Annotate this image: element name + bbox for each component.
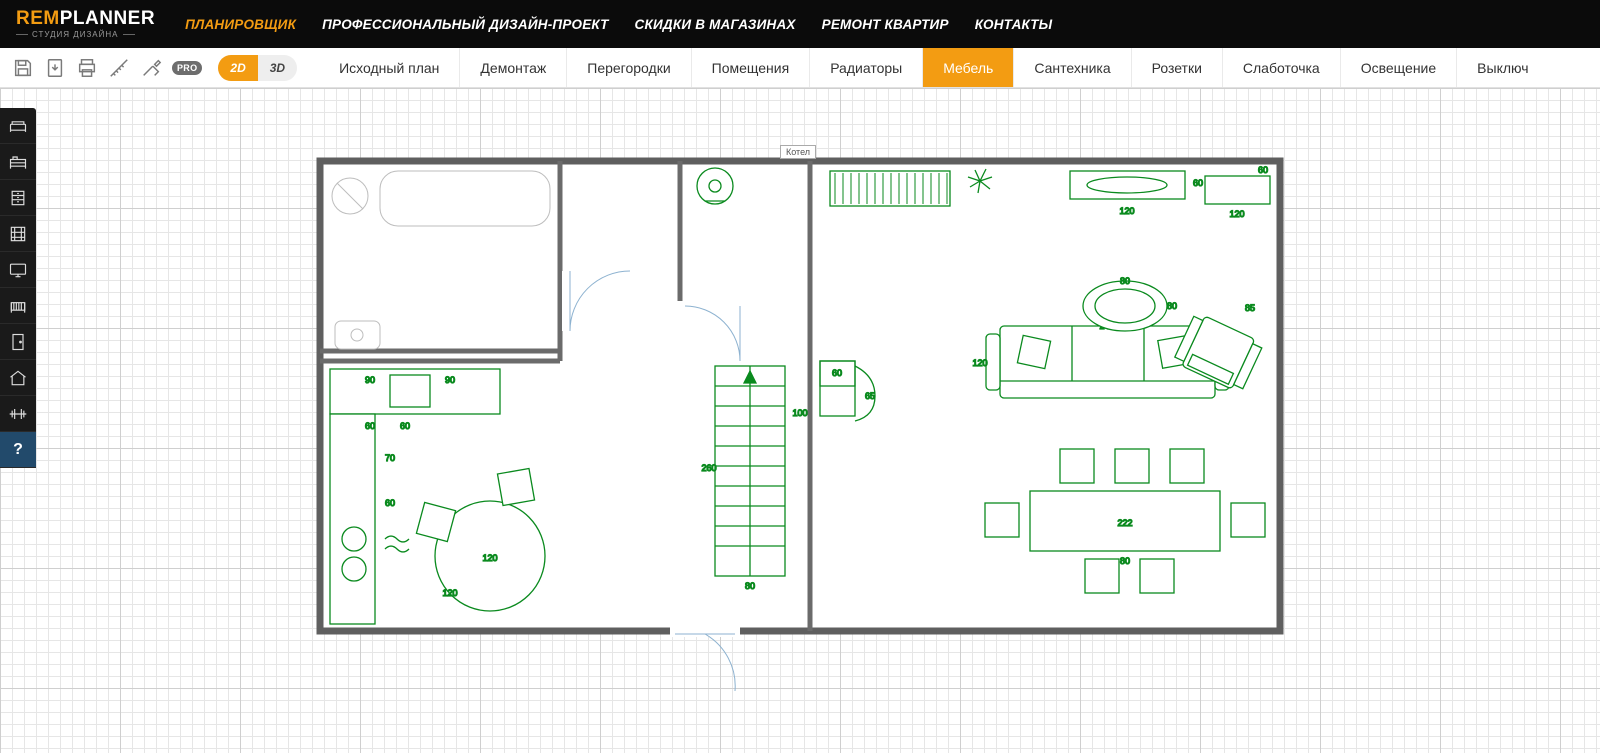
brand-logo[interactable]: REMPLANNER СТУДИЯ ДИЗАЙНА [16,9,155,39]
save-icon[interactable] [12,57,34,79]
pro-badge[interactable]: PRO [172,61,202,75]
cat-sofa[interactable] [0,108,36,144]
brand-name: REMPLANNER [16,9,155,28]
tools-icon[interactable] [140,57,162,79]
tab-sockets[interactable]: Розетки [1131,48,1222,87]
svg-text:100: 100 [792,408,807,418]
cat-door[interactable] [0,324,36,360]
furniture-category-strip: ? [0,108,36,468]
floor-plan[interactable]: Котел .wall{fill:#fff;stroke:#6b6b6b;str… [310,151,1290,691]
tab-switches[interactable]: Выключ [1456,48,1548,87]
nav-pro-design[interactable]: ПРОФЕССИОНАЛЬНЫЙ ДИЗАЙН-ПРОЕКТ [322,17,608,32]
svg-text:120: 120 [442,588,457,598]
svg-text:60: 60 [400,421,410,431]
plan-toolbar: PRO 2D 3D Исходный план Демонтаж Перегор… [0,48,1600,88]
svg-text:60: 60 [365,421,375,431]
tab-partitions[interactable]: Перегородки [566,48,690,87]
svg-text:60: 60 [1193,178,1203,188]
svg-text:222: 222 [1117,518,1132,528]
cat-shelf[interactable] [0,216,36,252]
svg-text:70: 70 [385,453,395,463]
tab-radiators[interactable]: Радиаторы [809,48,922,87]
svg-text:80: 80 [1167,301,1177,311]
primary-nav: ПЛАНИРОВЩИК ПРОФЕССИОНАЛЬНЫЙ ДИЗАЙН-ПРОЕ… [185,17,1052,32]
cat-house[interactable] [0,360,36,396]
svg-text:120: 120 [972,358,987,368]
svg-text:120: 120 [1119,206,1134,216]
cat-bed[interactable] [0,144,36,180]
main-header: REMPLANNER СТУДИЯ ДИЗАЙНА ПЛАНИРОВЩИК ПР… [0,0,1600,48]
tab-lowvolt[interactable]: Слаботочка [1222,48,1340,87]
view-3d[interactable]: 3D [258,55,297,81]
tab-lighting[interactable]: Освещение [1340,48,1456,87]
tab-furniture[interactable]: Мебель [922,48,1013,87]
tab-source[interactable]: Исходный план [319,48,459,87]
print-icon[interactable] [76,57,98,79]
svg-text:120: 120 [1229,209,1244,219]
cat-help[interactable]: ? [0,432,36,468]
tab-demolition[interactable]: Демонтаж [459,48,566,87]
svg-text:90: 90 [365,375,375,385]
nav-renovation[interactable]: РЕМОНТ КВАРТИР [822,17,949,32]
measure-icon[interactable] [108,57,130,79]
svg-text:65: 65 [865,391,875,401]
plan-layer-tabs: Исходный план Демонтаж Перегородки Помещ… [319,48,1600,87]
view-2d[interactable]: 2D [218,55,257,81]
cat-dresser[interactable] [0,180,36,216]
tool-icon-group: PRO 2D 3D [0,48,309,87]
svg-text:60: 60 [832,368,842,378]
cat-crib[interactable] [0,288,36,324]
svg-text:80: 80 [745,581,755,591]
cat-tv[interactable] [0,252,36,288]
svg-text:60: 60 [385,498,395,508]
plan-canvas[interactable]: Котел .wall{fill:#fff;stroke:#6b6b6b;str… [0,88,1600,753]
view-mode-toggle: 2D 3D [218,55,297,81]
svg-text:85: 85 [1245,303,1255,313]
export-icon[interactable] [44,57,66,79]
boiler-label: Котел [780,145,816,159]
cat-gym[interactable] [0,396,36,432]
nav-discounts[interactable]: СКИДКИ В МАГАЗИНАХ [635,17,796,32]
nav-planner[interactable]: ПЛАНИРОВЩИК [185,17,296,32]
tab-plumbing[interactable]: Сантехника [1013,48,1130,87]
brand-tagline: СТУДИЯ ДИЗАЙНА [16,30,155,39]
nav-contacts[interactable]: КОНТАКТЫ [975,17,1053,32]
svg-text:90: 90 [445,375,455,385]
svg-text:80: 80 [1120,276,1130,286]
svg-text:60: 60 [1258,165,1268,175]
svg-text:120: 120 [482,553,497,563]
svg-text:260: 260 [701,463,716,473]
tab-rooms[interactable]: Помещения [691,48,810,87]
svg-text:80: 80 [1120,556,1130,566]
